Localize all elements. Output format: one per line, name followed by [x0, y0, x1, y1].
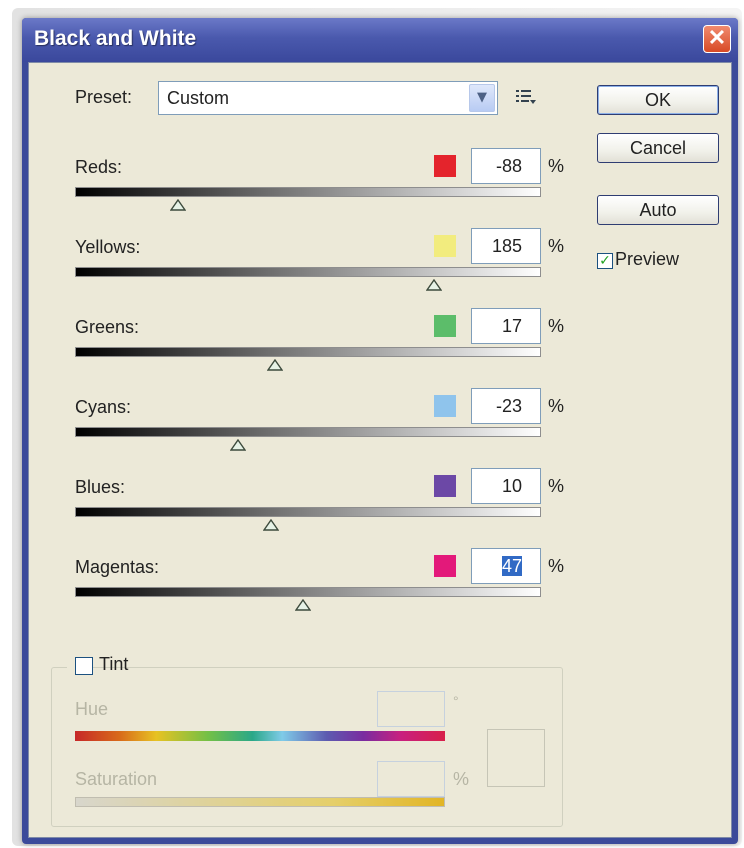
- percent-label-reds: %: [548, 156, 565, 176]
- percent-label-blues: %: [548, 476, 565, 496]
- value-greens: 17: [501, 316, 522, 336]
- slider-track-blues[interactable]: [75, 507, 541, 517]
- dialog-title: Black and White: [34, 27, 197, 50]
- title-bar[interactable]: Black and White ✕: [22, 18, 738, 62]
- value-field-yellows[interactable]: 185: [471, 228, 541, 264]
- swatch-blues: [434, 475, 456, 497]
- percent-label-greens: %: [548, 316, 565, 336]
- preset-label: Preset:: [75, 87, 133, 107]
- tint-legend: Tint: [67, 653, 128, 679]
- black-and-white-dialog: Black and White ✕ Preset: Custom ▼ OK Ca…: [22, 18, 738, 844]
- slider-track-greens[interactable]: [75, 347, 541, 357]
- swatch-magentas: [434, 555, 456, 577]
- channel-label-magentas: Magentas:: [75, 557, 160, 577]
- swatch-reds: [434, 155, 456, 177]
- slider-thumb-greens[interactable]: [267, 359, 284, 371]
- tint-checkbox[interactable]: [75, 657, 93, 675]
- preset-select[interactable]: Custom ▼: [158, 81, 498, 115]
- cancel-button[interactable]: Cancel: [597, 133, 719, 163]
- value-cyans: -23: [495, 396, 522, 416]
- channel-label-reds: Reds:: [75, 157, 123, 177]
- close-button[interactable]: ✕: [703, 25, 731, 53]
- tint-label: Tint: [99, 654, 129, 674]
- preset-value: Custom: [167, 88, 230, 108]
- saturation-slider[interactable]: [75, 797, 445, 807]
- value-reds: -88: [495, 156, 522, 176]
- percent-label-cyans: %: [548, 396, 565, 416]
- preview-label: Preview: [615, 249, 680, 269]
- auto-button[interactable]: Auto: [597, 195, 719, 225]
- channel-label-greens: Greens:: [75, 317, 140, 337]
- slider-thumb-blues[interactable]: [262, 519, 279, 531]
- slider-thumb-cyans[interactable]: [230, 439, 247, 451]
- slider-thumb-yellows[interactable]: [425, 279, 442, 291]
- saturation-percent-label: %: [453, 769, 470, 789]
- tint-color-preview[interactable]: [487, 729, 545, 787]
- value-magentas: 47: [501, 556, 522, 576]
- value-field-reds[interactable]: -88: [471, 148, 541, 184]
- slider-track-yellows[interactable]: [75, 267, 541, 277]
- channel-label-yellows: Yellows:: [75, 237, 141, 257]
- swatch-yellows: [434, 235, 456, 257]
- value-field-cyans[interactable]: -23: [471, 388, 541, 424]
- slider-track-cyans[interactable]: [75, 427, 541, 437]
- dialog-body: Preset: Custom ▼ OK Cancel Auto ✓ Previe…: [28, 62, 732, 838]
- percent-label-magentas: %: [548, 556, 565, 576]
- preview-checkbox[interactable]: ✓: [597, 253, 613, 269]
- saturation-label: Saturation: [75, 769, 158, 789]
- slider-thumb-magentas[interactable]: [295, 599, 312, 611]
- ok-button[interactable]: OK: [597, 85, 719, 115]
- value-blues: 10: [501, 476, 522, 496]
- channel-label-blues: Blues:: [75, 477, 126, 497]
- hue-spectrum-slider[interactable]: [75, 731, 445, 741]
- checkmark-icon: ✓: [599, 253, 611, 269]
- degree-label: °: [453, 693, 459, 709]
- hue-label: Hue: [75, 699, 109, 719]
- hue-field[interactable]: [377, 691, 445, 727]
- saturation-field[interactable]: [377, 761, 445, 797]
- swatch-cyans: [434, 395, 456, 417]
- value-field-blues[interactable]: 10: [471, 468, 541, 504]
- preset-options-icon[interactable]: [515, 87, 537, 107]
- channel-label-cyans: Cyans:: [75, 397, 132, 417]
- slider-track-magentas[interactable]: [75, 587, 541, 597]
- slider-thumb-reds[interactable]: [169, 199, 186, 211]
- value-yellows: 185: [491, 236, 522, 256]
- swatch-greens: [434, 315, 456, 337]
- percent-label-yellows: %: [548, 236, 565, 256]
- slider-track-reds[interactable]: [75, 187, 541, 197]
- value-field-greens[interactable]: 17: [471, 308, 541, 344]
- chevron-down-icon[interactable]: ▼: [469, 84, 495, 112]
- value-field-magentas[interactable]: 47: [471, 548, 541, 584]
